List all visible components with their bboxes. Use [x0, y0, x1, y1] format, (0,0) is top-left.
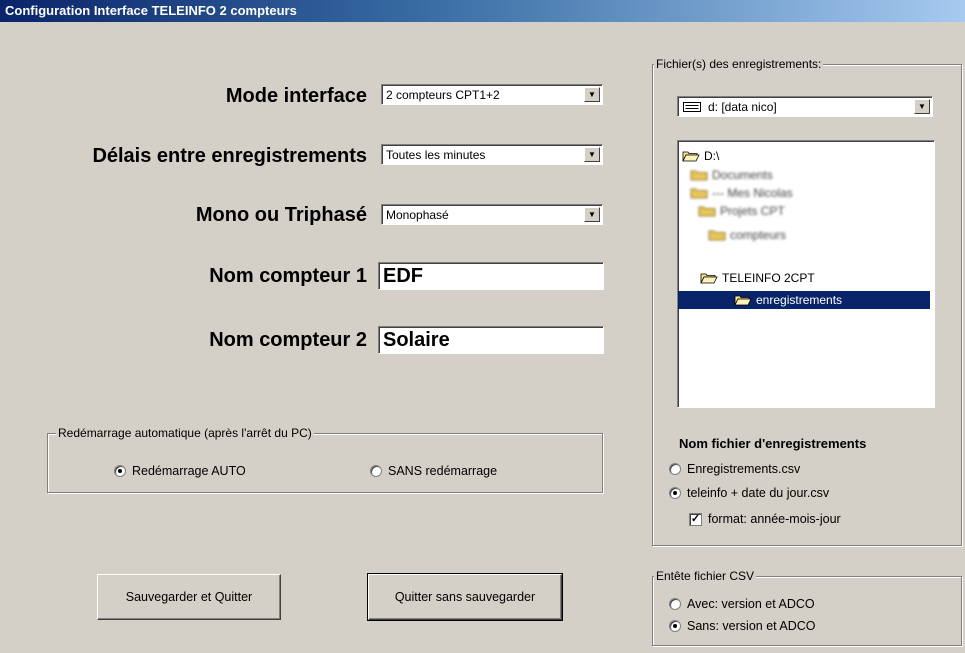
phase-select-value: Monophasé: [386, 208, 449, 222]
open-folder-icon: [734, 295, 752, 306]
phase-label: Mono ou Triphasé: [195, 204, 367, 226]
tree-node-label: TELEINFO 2CPT: [722, 271, 815, 285]
format-label: format: année-mois-jour: [708, 512, 841, 526]
delay-select-value: Toutes les minutes: [386, 148, 486, 162]
checkbox-checked-icon[interactable]: ✓: [689, 512, 702, 526]
files-legend: Fichier(s) des enregistrements:: [654, 57, 824, 71]
open-folder-icon: [700, 273, 718, 284]
open-folder-icon: [682, 151, 700, 162]
tree-node[interactable]: D:\: [682, 147, 723, 165]
tree-node-label: --- Mes Nicolas: [712, 186, 793, 200]
save-quit-button[interactable]: Sauvegarder et Quitter: [97, 574, 281, 620]
csv-with-option[interactable]: Avec: version et ADCO: [669, 597, 815, 611]
format-checkbox-option[interactable]: ✓ format: année-mois-jour: [689, 512, 841, 526]
folder-tree[interactable]: D:\ Documents --- Mes Nicolas Projets CP…: [677, 140, 935, 408]
tree-node-label: D:\: [704, 149, 720, 163]
radio-icon[interactable]: [370, 465, 382, 477]
radio-icon[interactable]: [669, 598, 681, 610]
csv-without-label: Sans: version et ADCO: [687, 619, 816, 633]
filename-opt2-label: teleinfo + date du jour.csv: [687, 486, 830, 500]
radio-selected-icon[interactable]: [669, 487, 681, 499]
tree-node[interactable]: TELEINFO 2CPT: [700, 269, 819, 287]
folder-icon: [708, 230, 726, 241]
tree-node[interactable]: --- Mes Nicolas: [690, 184, 797, 202]
chevron-down-icon[interactable]: ▼: [584, 207, 600, 222]
filename-opt2-option[interactable]: teleinfo + date du jour.csv: [669, 486, 829, 500]
mode-label: Mode interface: [225, 85, 367, 107]
csv-without-option[interactable]: Sans: version et ADCO: [669, 619, 816, 633]
mode-select-value: 2 compteurs CPT1+2: [386, 88, 500, 102]
radio-icon[interactable]: [669, 463, 681, 475]
restart-groupbox: Redémarrage automatique (après l'arrêt d…: [47, 426, 603, 493]
name2-input[interactable]: Solaire: [378, 326, 604, 354]
delay-label: Délais entre enregistrements: [92, 145, 367, 167]
radio-selected-icon[interactable]: [669, 620, 681, 632]
quit-nosave-button[interactable]: Quitter sans sauvegarder: [367, 573, 563, 621]
folder-icon: [690, 170, 708, 181]
name2-label: Nom compteur 2: [209, 329, 367, 351]
drive-select[interactable]: d: [data nico] ▼: [677, 96, 933, 117]
tree-node-selected[interactable]: enregistrements: [678, 291, 930, 309]
chevron-down-icon[interactable]: ▼: [914, 99, 930, 114]
restart-legend: Redémarrage automatique (après l'arrêt d…: [56, 426, 314, 440]
filename-title: Nom fichier d'enregistrements: [679, 436, 867, 451]
csv-with-label: Avec: version et ADCO: [687, 597, 815, 611]
chevron-down-icon[interactable]: ▼: [584, 87, 600, 102]
restart-auto-option[interactable]: Redémarrage AUTO: [114, 464, 246, 478]
restart-none-label: SANS redémarrage: [388, 464, 498, 478]
drive-icon: [683, 102, 701, 112]
csv-legend: Entête fichier CSV: [654, 569, 757, 583]
phase-select[interactable]: Monophasé ▼: [381, 204, 603, 225]
delay-select[interactable]: Toutes les minutes ▼: [381, 144, 603, 165]
filename-opt1-option[interactable]: Enregistrements.csv: [669, 462, 800, 476]
tree-node[interactable]: compteurs: [708, 226, 790, 244]
folder-icon: [698, 206, 716, 217]
tree-node-label: Documents: [712, 168, 773, 182]
restart-none-option[interactable]: SANS redémarrage: [370, 464, 497, 478]
drive-select-value: d: [data nico]: [708, 100, 777, 114]
folder-icon: [690, 188, 708, 199]
chevron-down-icon[interactable]: ▼: [584, 147, 600, 162]
mode-select[interactable]: 2 compteurs CPT1+2 ▼: [381, 84, 603, 105]
name1-label: Nom compteur 1: [209, 265, 367, 287]
tree-node[interactable]: Documents: [690, 166, 777, 184]
radio-selected-icon[interactable]: [114, 465, 126, 477]
filename-opt1-label: Enregistrements.csv: [687, 462, 801, 476]
window-title: Configuration Interface TELEINFO 2 compt…: [0, 0, 965, 22]
restart-auto-label: Redémarrage AUTO: [132, 464, 246, 478]
tree-node-label: compteurs: [730, 228, 787, 242]
name1-input[interactable]: EDF: [378, 262, 604, 290]
tree-node[interactable]: Projets CPT: [698, 202, 789, 220]
tree-node-label: enregistrements: [756, 293, 843, 307]
csv-groupbox: Entête fichier CSV Avec: version et ADCO…: [652, 569, 962, 646]
tree-node-label: Projets CPT: [720, 204, 785, 218]
